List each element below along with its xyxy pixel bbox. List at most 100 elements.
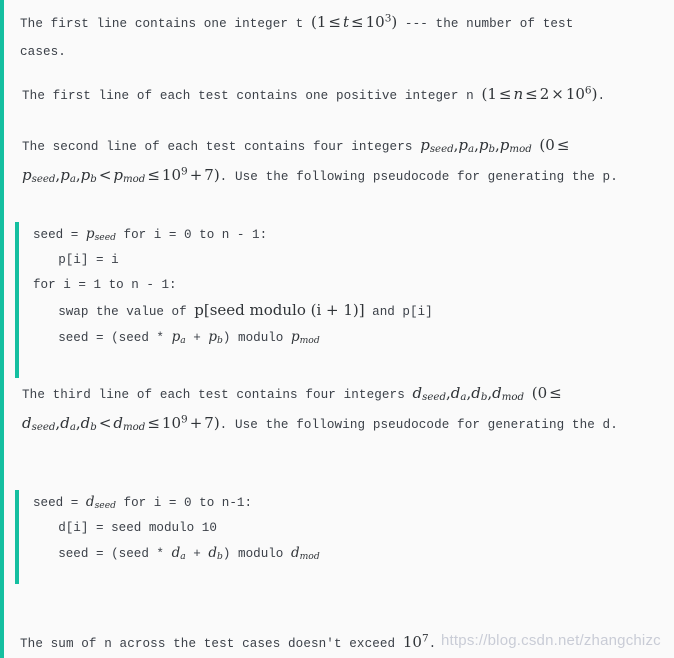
p2-relation-2: ≤ (525, 85, 538, 103)
pseudocode-p-seed-base: p (85, 226, 95, 242)
paragraph-third-line-d: The third line of each test contains fou… (22, 379, 674, 439)
p4-var-0-base: d (412, 384, 423, 402)
p3-range-var-2-base: p (80, 166, 91, 184)
p2-power-exponent: 6 (584, 84, 592, 97)
p3-range-relation-1: ≤ (556, 136, 570, 154)
pseudocode-d-mod-base: d (290, 545, 300, 561)
p1-relation-1: ≤ (328, 13, 341, 31)
p3-range-relation-2: < (98, 166, 112, 184)
pseudocode-d-a-base: d (171, 545, 181, 561)
p3-var-3-base: p (499, 136, 510, 154)
p1-math-range-t: (1 ≤ t ≤103) (311, 13, 397, 31)
pseudocode-d-line-1: seed = dseed for i = 0 to n-1: (33, 490, 535, 516)
p3-range-var-1-sub: a (69, 174, 76, 186)
p2-lower-bound: 1 (487, 85, 497, 103)
p3-range-variable-list: pseed,pa,pb < pmod ≤109 +7) (22, 165, 220, 186)
p3-lead-text: The second line of each test contains fo… (22, 140, 413, 154)
p4-range-var-2-base: d (80, 414, 91, 432)
pseudocode-d-mod-var: dmod (291, 545, 320, 561)
p1-lead-text: The first line contains one integer t (20, 17, 304, 31)
p4-range-relation-2: < (98, 414, 112, 432)
p4-var-0-sub: seed (422, 392, 446, 404)
p3-var-3-sub: mod (509, 144, 532, 156)
pseudocode-p-line-3: for i = 1 to n - 1: (33, 278, 177, 292)
p4-range-variable-list: dseed,da,db < dmod ≤109 +7) (22, 413, 220, 434)
p4-var-1-base: d (450, 384, 461, 402)
p4-range-var-1-sub: a (69, 422, 76, 434)
p3-range-open: (0 (539, 136, 555, 154)
p4-range-relation-3: ≤ (147, 414, 160, 432)
pseudocode-block-d: seed = dseed for i = 0 to n-1: d[i] = se… (15, 490, 535, 584)
p4-range-plus: + (189, 414, 203, 432)
pseudocode-d-line1-prefix: seed = (33, 496, 86, 510)
pseudocode-p-a-base: p (171, 329, 181, 345)
pseudocode-block-p: seed = pseed for i = 0 to n - 1: p[i] = … (15, 222, 535, 378)
pseudocode-p-line-1: seed = pseed for i = 0 to n - 1: (33, 222, 535, 248)
p2-coefficient: 2 (539, 85, 550, 103)
pseudocode-p-seed-sub: seed (94, 232, 116, 244)
p3-range-plus: + (189, 166, 203, 184)
p3-range-upper-sub: mod (123, 174, 146, 186)
pseudocode-d-line3-suffix: ) modulo (222, 547, 291, 561)
pseudocode-p-mod-var: pmod (291, 329, 320, 345)
p3-range-power-base: 10 (161, 166, 181, 184)
p3-range-upper-base: p (113, 166, 123, 184)
p5-power-base: 10 (402, 633, 422, 651)
pseudocode-d-line-2: d[i] = seed modulo 10 (58, 521, 217, 535)
p2-relation-1: ≤ (498, 85, 512, 103)
p4-var-3-sub: mod (501, 392, 525, 404)
p3-range-var-2-sub: b (90, 174, 97, 186)
pseudocode-p-line-4: swap the value of p[seed modulo (i + 1)]… (33, 298, 535, 325)
p4-var-1-sub: a (460, 392, 467, 404)
p3-range-var-0-base: p (22, 166, 32, 184)
p3-range-power-exponent: 9 (181, 165, 188, 178)
p4-var-2-sub: b (480, 392, 488, 404)
p3-range-var-1-base: p (60, 166, 70, 184)
paragraph-sum-bound: The sum of n across the test cases doesn… (20, 628, 670, 658)
p3-variable-list: pseed,pa,pb,pmod (420, 136, 532, 156)
pseudocode-d-seed-var: dseed (86, 494, 116, 510)
p4-tail-text: . Use the following pseudocode for gener… (219, 418, 618, 432)
pseudocode-d-line3-mid: + (185, 547, 209, 561)
p5-tail-text: . (428, 637, 437, 651)
p5-math-bound: 107 (403, 633, 429, 651)
pseudocode-d-line3-prefix: seed = (seed * (58, 547, 172, 561)
p5-power-exponent: 7 (421, 632, 429, 645)
pseudocode-p-b-base: p (208, 329, 218, 345)
p4-range-power-exponent: 9 (181, 413, 188, 426)
p3-range-var-0-sub: seed (31, 174, 56, 186)
pseudocode-d-a-var: da (172, 545, 186, 561)
pseudocode-p-line1-suffix: for i = 0 to n - 1: (116, 228, 268, 242)
p4-range-addend: 7 (204, 414, 214, 432)
p4-range-upper-sub: mod (123, 422, 146, 434)
p1-lower-bound: 1 (316, 13, 327, 31)
p1-power-base: 10 (365, 13, 385, 31)
pseudocode-d-seed-sub: seed (94, 500, 116, 512)
pseudocode-d-line-3: seed = (seed * da + db) modulo dmod (33, 541, 535, 567)
p1-paren-close: ) (391, 13, 398, 31)
pseudocode-p-swap-expression: p[seed modulo (i + 1)] (194, 301, 365, 319)
pseudocode-p-line1-prefix: seed = (33, 228, 86, 242)
p4-range-var-1-base: d (60, 414, 70, 432)
p3-var-0-base: p (420, 136, 430, 154)
p1-line2-text: cases. (20, 45, 66, 59)
pseudocode-d-b-var: db (208, 545, 223, 561)
p4-var-3-base: d (492, 384, 502, 402)
paragraph-first-line-n: The first line of each test contains one… (22, 80, 674, 110)
p3-var-1-base: p (458, 136, 469, 154)
p4-range-open: (0 (531, 384, 548, 402)
pseudocode-d-b-base: d (208, 545, 218, 561)
pseudocode-p-mod-sub: mod (299, 335, 320, 347)
pseudocode-d-mod-sub: mod (299, 551, 320, 563)
paragraph-second-line-p: The second line of each test contains fo… (22, 131, 674, 191)
paragraph-first-line-t: The first line contains one integer t (1… (20, 8, 668, 66)
p3-range-relation-3: ≤ (147, 166, 160, 184)
p2-variable-n: n (513, 85, 524, 103)
p4-range-var-0-sub: seed (31, 422, 56, 434)
p4-var-2-base: d (471, 384, 481, 402)
p4-range-var-0-base: d (22, 414, 32, 432)
pseudocode-p-line5-prefix: seed = (seed * (58, 331, 172, 345)
pseudocode-p-line5-mid: + (185, 331, 209, 345)
pseudocode-p-seed-var: pseed (86, 226, 116, 242)
pseudocode-p-mod-base: p (290, 329, 300, 345)
